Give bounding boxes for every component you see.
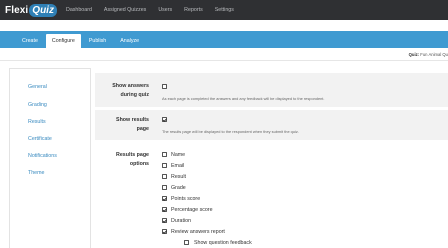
tab-analyze[interactable]: Analyze xyxy=(114,34,145,48)
sidebar-item-notifications[interactable]: Notifications xyxy=(28,153,57,159)
option-grade-label: Grade xyxy=(171,184,186,191)
option-question-feedback-checkbox[interactable] xyxy=(184,240,189,245)
logo-text-quiz: Quiz xyxy=(29,3,57,17)
option-name-checkbox[interactable] xyxy=(162,152,167,157)
settings-sidebar: General Grading Results Certificate Noti… xyxy=(9,68,91,248)
results-options-label-line1: Results page xyxy=(116,152,149,158)
header-divider xyxy=(0,60,448,61)
sidebar-item-theme[interactable]: Theme xyxy=(28,170,45,176)
results-options-label-line2: options xyxy=(129,161,149,167)
nav-reports[interactable]: Reports xyxy=(184,7,203,13)
option-result-label: Result xyxy=(171,173,187,180)
nav-settings[interactable]: Settings xyxy=(215,7,234,13)
option-duration-checkbox[interactable] xyxy=(162,218,167,223)
tab-create[interactable]: Create xyxy=(16,34,44,48)
option-question-feedback-label: Show question feedback xyxy=(194,239,252,246)
option-review-answers-checkbox[interactable] xyxy=(162,229,167,234)
nav-dashboard[interactable]: Dashboard xyxy=(66,7,92,13)
tab-configure[interactable]: Configure xyxy=(45,34,81,48)
option-review-answers-label: Review answers report xyxy=(171,228,225,235)
option-name-label: Name xyxy=(171,151,186,158)
top-nav-bar: Flexi Quiz Dashboard Assigned Quizzes Us… xyxy=(0,0,448,20)
sidebar-item-general[interactable]: General xyxy=(28,84,47,90)
option-points-score-checkbox[interactable] xyxy=(162,196,167,201)
option-percentage-score-label: Percentage score xyxy=(171,206,213,213)
option-points-score-label: Points score xyxy=(171,195,201,202)
show-answers-label: Show answers during quiz xyxy=(112,82,149,100)
show-answers-label-line2: during quiz xyxy=(120,92,149,98)
main-nav: Dashboard Assigned Quizzes Users Reports… xyxy=(66,0,246,20)
show-answers-checkbox[interactable] xyxy=(162,84,167,89)
quiz-name: Fun Animal Qu xyxy=(420,52,448,57)
option-grade-checkbox[interactable] xyxy=(162,185,167,190)
show-results-description: The results page will be displayed to th… xyxy=(162,129,299,134)
option-duration-label: Duration xyxy=(171,217,192,224)
nav-assigned-quizzes[interactable]: Assigned Quizzes xyxy=(104,7,146,13)
settings-content: Show answers during quiz As each page is… xyxy=(95,68,448,248)
option-result-checkbox[interactable] xyxy=(162,174,167,179)
app-logo[interactable]: Flexi Quiz xyxy=(5,3,57,17)
show-results-label: Show results page xyxy=(116,116,149,134)
logo-text-flexi: Flexi xyxy=(5,4,29,16)
sidebar-item-grading[interactable]: Grading xyxy=(28,102,47,108)
option-percentage-score-checkbox[interactable] xyxy=(162,207,167,212)
option-email-label: Email xyxy=(171,162,185,169)
show-answers-label-line1: Show answers xyxy=(112,83,149,89)
quiz-tabs: Create Configure Publish Analyze xyxy=(16,31,147,48)
quiz-name-line: Quiz: Fun Animal Qu xyxy=(409,52,448,57)
option-email-checkbox[interactable] xyxy=(162,163,167,168)
show-results-checkbox[interactable] xyxy=(162,117,167,122)
results-options-label: Results page options xyxy=(116,151,149,169)
quiz-name-label: Quiz: xyxy=(408,52,420,57)
tab-publish[interactable]: Publish xyxy=(83,34,112,48)
show-results-label-line1: Show results xyxy=(116,117,149,123)
nav-users[interactable]: Users xyxy=(158,7,172,13)
show-answers-description: As each page is completed the answers an… xyxy=(162,96,325,101)
quiz-tab-bar: Create Configure Publish Analyze xyxy=(0,31,448,48)
sidebar-item-results[interactable]: Results xyxy=(28,119,46,125)
show-results-label-line2: page xyxy=(136,126,149,132)
sidebar-item-certificate[interactable]: Certificate xyxy=(28,136,52,142)
